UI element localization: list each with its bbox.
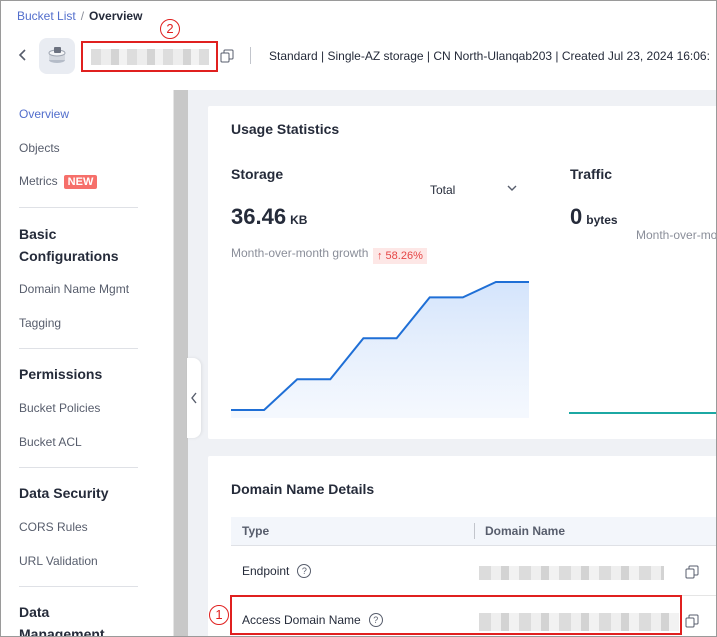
- traffic-chart-line: [569, 412, 716, 414]
- bucket-meta-info: Standard | Single-AZ storage | CN North-…: [269, 49, 710, 63]
- sidebar-scrollbar[interactable]: [174, 90, 188, 636]
- collapse-sidebar-handle[interactable]: [187, 358, 201, 438]
- sidebar-item-tagging[interactable]: Tagging: [19, 316, 61, 330]
- breadcrumb-bucket-list-link[interactable]: Bucket List: [17, 9, 76, 23]
- bucket-icon: [39, 38, 75, 74]
- sidebar-divider: [19, 467, 138, 468]
- table-row-endpoint: Endpoint ?: [231, 546, 716, 596]
- window-frame: Bucket List / Overview 2 Standard | Sing…: [0, 0, 717, 637]
- storage-label: Storage: [231, 166, 284, 182]
- storage-filter-select[interactable]: Total: [430, 183, 455, 197]
- access-domain-highlight: [230, 595, 682, 635]
- endpoint-value-redacted: [479, 566, 664, 580]
- copy-icon[interactable]: [220, 49, 234, 63]
- header-divider: [250, 47, 251, 64]
- sidebar-divider: [19, 586, 138, 587]
- sidebar-item-domain-name-mgmt[interactable]: Domain Name Mgmt: [19, 282, 129, 296]
- new-badge: NEW: [63, 175, 98, 189]
- sidebar-divider: [19, 348, 138, 349]
- column-header-domain-name: Domain Name: [485, 524, 566, 538]
- storage-chart-area: [231, 282, 529, 418]
- sidebar-item-metrics-label: Metrics: [19, 174, 58, 188]
- bucket-name-redacted: [91, 49, 209, 65]
- sidebar-group-data-management: Data Management: [19, 604, 105, 637]
- back-arrow-icon[interactable]: [18, 48, 28, 62]
- domain-table-header: Type Domain Name: [231, 517, 716, 546]
- storage-value: 36.46 KB: [231, 204, 307, 230]
- storage-unit: KB: [290, 213, 308, 227]
- breadcrumb-separator: /: [80, 9, 85, 23]
- chevron-down-icon[interactable]: [506, 182, 518, 194]
- traffic-growth-label: Month-over-mo: [636, 228, 717, 242]
- bucket-name-highlight: [81, 41, 218, 72]
- sidebar-item-objects[interactable]: Objects: [19, 141, 60, 155]
- sidebar-item-metrics[interactable]: Metrics NEW: [19, 174, 98, 189]
- breadcrumb-current: Overview: [89, 9, 143, 23]
- storage-growth-badge: ↑ 58.26%: [373, 248, 427, 264]
- column-divider: [474, 523, 475, 539]
- row-type-cell: Endpoint ?: [242, 564, 312, 578]
- sidebar-item-cors-rules[interactable]: CORS Rules: [19, 520, 88, 534]
- breadcrumb: Bucket List / Overview: [17, 9, 142, 23]
- traffic-label: Traffic: [570, 166, 613, 182]
- storage-growth-label: Month-over-month growth: [231, 246, 369, 260]
- sidebar: Overview Objects Metrics NEW Basic Config…: [2, 90, 174, 637]
- sidebar-item-bucket-acl[interactable]: Bucket ACL: [19, 435, 82, 449]
- sidebar-item-overview[interactable]: Overview: [19, 107, 69, 121]
- column-header-type: Type: [242, 524, 270, 538]
- traffic-number: 0: [570, 204, 583, 229]
- usage-statistics-title: Usage Statistics: [231, 121, 340, 137]
- traffic-unit: bytes: [586, 213, 618, 227]
- help-icon[interactable]: ?: [297, 564, 312, 578]
- domain-details-title: Domain Name Details: [231, 481, 375, 497]
- sidebar-item-url-validation[interactable]: URL Validation: [19, 554, 98, 568]
- callout-marker-2: 2: [160, 19, 180, 39]
- sidebar-item-bucket-policies[interactable]: Bucket Policies: [19, 401, 100, 415]
- callout-marker-1: 1: [209, 605, 229, 625]
- traffic-value: 0 bytes: [570, 204, 618, 230]
- storage-number: 36.46: [231, 204, 287, 229]
- sidebar-group-data-security: Data Security: [19, 485, 109, 501]
- copy-icon[interactable]: [685, 565, 699, 579]
- usage-statistics-card: Usage Statistics Storage Total 36.46 KB M…: [208, 106, 717, 439]
- sidebar-divider: [19, 207, 138, 208]
- storage-chart: [231, 281, 529, 418]
- sidebar-group-permissions: Permissions: [19, 366, 103, 382]
- row-type-label: Endpoint: [242, 564, 290, 578]
- sidebar-group-basic-configurations: Basic Configurations: [19, 226, 119, 264]
- copy-icon[interactable]: [685, 614, 699, 628]
